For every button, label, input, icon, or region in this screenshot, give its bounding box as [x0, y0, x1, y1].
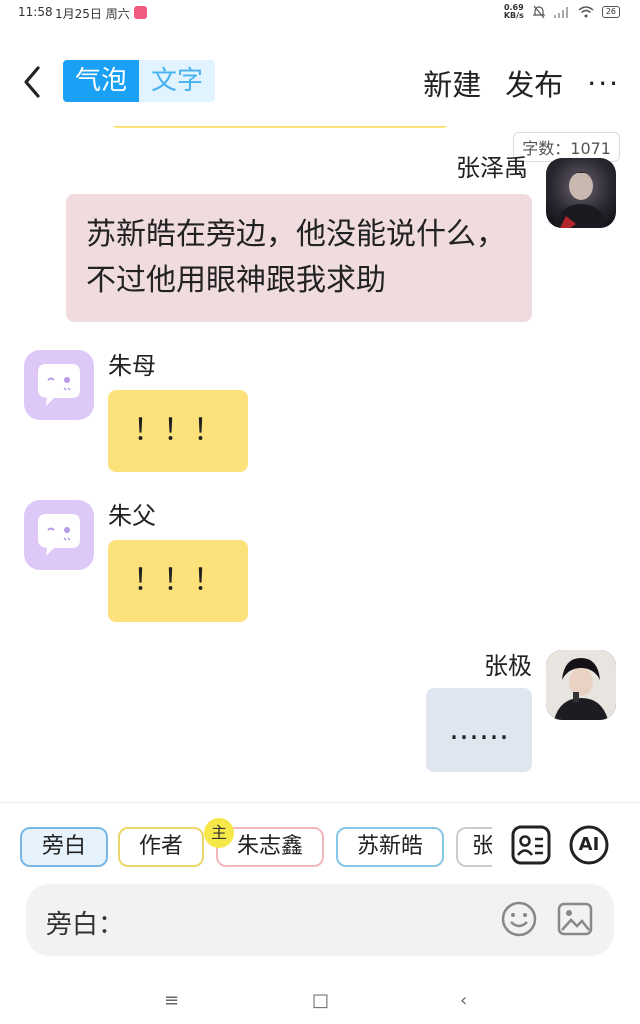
role-manage-button[interactable]	[510, 824, 552, 866]
previous-message-bubble[interactable]	[108, 126, 452, 128]
sender-name: 朱父	[108, 502, 156, 530]
chevron-left-icon	[24, 66, 40, 98]
image-icon[interactable]	[556, 900, 594, 938]
menu-nav-icon[interactable]: ≡	[164, 990, 179, 1011]
net-speed-unit: KB/s	[503, 11, 524, 20]
message-bubble[interactable]: ！！！	[108, 390, 248, 472]
top-bar: 气泡 文字 新建 发布 ···	[0, 52, 640, 112]
sender-name: 张泽禹	[456, 154, 528, 182]
message-input[interactable]: 旁白：	[26, 884, 614, 956]
input-role-label: 旁白：	[46, 910, 125, 940]
ai-label: AI	[578, 834, 600, 855]
notification-app-icon	[134, 6, 147, 19]
input-icons	[500, 900, 594, 938]
chat-bubble-face-icon	[38, 514, 80, 556]
person-photo-icon	[554, 172, 608, 228]
contact-card-icon	[511, 825, 551, 865]
message-bubble[interactable]: ！！！	[108, 540, 248, 622]
message-bubble[interactable]: ……	[426, 688, 532, 772]
avatar[interactable]	[546, 650, 616, 720]
sender-name: 张极	[484, 652, 532, 680]
avatar[interactable]	[24, 350, 94, 420]
chat-bubble-face-icon	[38, 364, 80, 406]
message-bubble[interactable]: 苏新皓在旁边，他没能说什么，不过他用眼神跟我求助	[66, 194, 532, 322]
net-speed: 0.69 KB/s	[504, 4, 524, 20]
role-chip-su-xinhao[interactable]: 苏新皓	[336, 827, 444, 867]
home-nav-icon[interactable]: □	[312, 990, 329, 1011]
mute-icon	[532, 5, 546, 19]
battery-indicator: 26	[601, 6, 620, 18]
back-nav-icon[interactable]: ‹	[460, 990, 467, 1011]
status-time: 11:58	[18, 5, 53, 19]
more-button[interactable]: ···	[587, 67, 620, 100]
role-chip-narration[interactable]: 旁白	[20, 827, 108, 867]
system-nav-bar: ≡ □ ‹	[0, 982, 640, 1024]
signal-icon	[553, 7, 568, 18]
sender-name: 朱母	[108, 352, 156, 380]
avatar[interactable]	[24, 500, 94, 570]
status-right: 0.69 KB/s 26	[504, 4, 620, 20]
person-photo-icon	[546, 650, 616, 720]
avatar[interactable]	[546, 158, 616, 228]
back-button[interactable]	[18, 62, 48, 102]
mode-toggle: 气泡 文字	[63, 60, 215, 102]
main-character-badge: 主	[204, 818, 234, 848]
tab-bubble[interactable]: 气泡	[63, 60, 139, 102]
role-chip-zhang[interactable]: 张	[456, 827, 492, 867]
new-button[interactable]: 新建	[423, 62, 481, 104]
status-date: 1月25日 周六	[55, 7, 130, 21]
ai-button[interactable]: AI	[568, 824, 610, 866]
tab-text[interactable]: 文字	[139, 60, 215, 102]
top-actions: 新建 发布 ···	[423, 62, 620, 104]
wifi-icon	[578, 6, 594, 18]
chat-area[interactable]: 字数：1071 张泽禹 苏新皓在旁边，他没能说什么，不过他用眼神跟我求助 朱母 …	[0, 126, 640, 802]
emoji-icon[interactable]	[500, 900, 538, 938]
status-bar: 11:58 1月25日 周六 0.69 KB/s 26	[0, 0, 640, 26]
publish-button[interactable]: 发布	[505, 62, 563, 104]
role-chip-author[interactable]: 作者	[118, 827, 204, 867]
